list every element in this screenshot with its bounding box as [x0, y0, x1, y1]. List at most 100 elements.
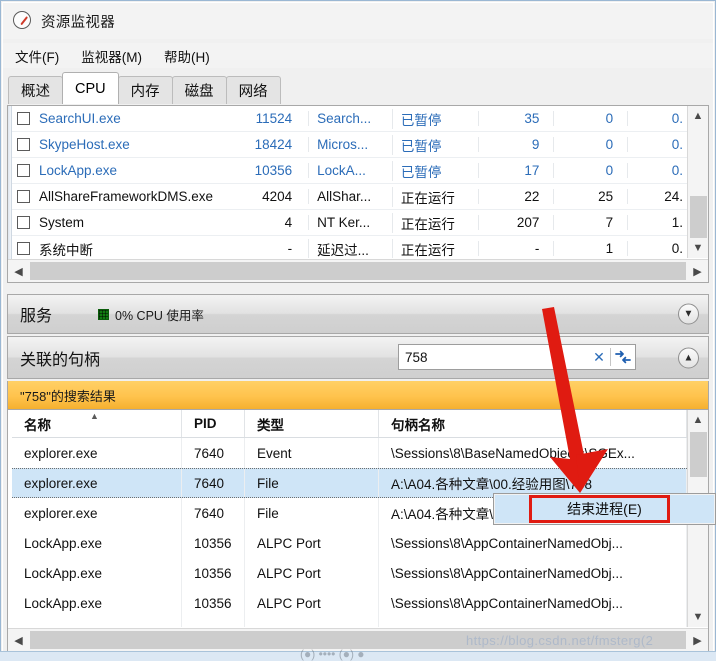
handle-pid: 7640	[182, 438, 245, 468]
handles-table-rows: explorer.exe 7640 Event \Sessions\8\Base…	[12, 438, 687, 627]
process-checkbox[interactable]	[17, 164, 30, 177]
chevron-down-icon[interactable]: ▼	[688, 238, 708, 258]
column-header-handle-name[interactable]: 句柄名称	[379, 410, 687, 437]
handle-pid: 7640	[182, 469, 245, 497]
refresh-icon[interactable]	[611, 345, 635, 369]
process-list-horizontal-scrollbar[interactable]: ◀ ▶	[8, 259, 708, 282]
chevron-left-icon[interactable]: ◀	[8, 629, 29, 651]
process-pid: 4204	[262, 189, 293, 204]
process-status: 已暂停	[391, 160, 478, 181]
process-name: AllShareFrameworkDMS.exe	[39, 189, 214, 204]
process-status: 正在运行	[391, 212, 478, 233]
chevron-right-icon[interactable]: ▶	[687, 260, 708, 282]
process-threads: 17	[477, 163, 554, 178]
process-cpu: 1	[553, 241, 627, 256]
process-pid: -	[287, 241, 293, 256]
tab-network[interactable]: 网络	[225, 76, 281, 104]
table-row[interactable]: LockApp.exe 10356 Directory \Sessions\8\…	[12, 618, 687, 627]
handle-type: ALPC Port	[245, 528, 379, 558]
handle-type: ALPC Port	[245, 558, 379, 588]
handle-pid: 10356	[182, 618, 245, 627]
resource-monitor-window: 资源监视器 文件(F) 监视器(M) 帮助(H) 概述 CPU 内存 磁盘 网络…	[0, 0, 716, 661]
menu-item-file[interactable]: 文件(F)	[15, 46, 59, 66]
chevron-down-icon[interactable]: ▼	[678, 303, 699, 325]
process-cpu: 0	[553, 163, 627, 178]
table-row[interactable]: LockApp.exe 10356 ALPC Port \Sessions\8\…	[12, 528, 687, 558]
menu-item-monitor[interactable]: 监视器(M)	[81, 46, 142, 66]
column-header-type[interactable]: 类型	[245, 410, 379, 437]
tab-overview[interactable]: 概述	[8, 76, 63, 104]
scrollbar-thumb[interactable]	[690, 432, 707, 477]
process-avg-cpu: 1.	[627, 215, 687, 230]
menu-bar: 文件(F) 监视器(M) 帮助(H)	[3, 43, 713, 68]
process-list-rows: SearchUI.exe 11524 Search... 已暂停 35 0 0.…	[12, 106, 687, 258]
process-status: 正在运行	[391, 186, 478, 207]
table-row[interactable]: AllShareFrameworkDMS.exe 4204 AllShar...…	[12, 184, 687, 210]
process-name: SkypeHost.exe	[39, 137, 130, 152]
handle-pid: 10356	[182, 588, 245, 618]
chevron-left-icon[interactable]: ◀	[8, 260, 29, 282]
process-avg-cpu: 0.	[627, 111, 687, 126]
process-threads: -	[477, 241, 554, 256]
process-description: 延迟过...	[308, 238, 392, 258]
process-list-vertical-scrollbar[interactable]: ▲ ▼	[687, 106, 708, 258]
handle-process-name: explorer.exe	[12, 438, 182, 468]
process-cpu: 7	[553, 215, 627, 230]
process-checkbox[interactable]	[17, 216, 30, 229]
chevron-up-icon[interactable]: ▲	[688, 410, 708, 430]
cpu-indicator-icon	[98, 308, 110, 320]
process-description: Micros...	[308, 137, 392, 152]
search-result-banner: "758"的搜索结果	[7, 381, 709, 409]
sort-ascending-icon: ▲	[90, 411, 99, 421]
handle-name: \Sessions\8\AppContainerNamedObj...	[379, 618, 687, 627]
process-checkbox[interactable]	[17, 242, 30, 255]
chevron-up-icon[interactable]: ▲	[678, 347, 699, 368]
menu-item-help[interactable]: 帮助(H)	[164, 46, 210, 66]
handle-process-name: LockApp.exe	[12, 588, 182, 618]
tab-cpu[interactable]: CPU	[62, 72, 119, 104]
process-avg-cpu: 0.	[627, 241, 687, 256]
process-pid: 4	[284, 215, 293, 230]
process-avg-cpu: 0.	[627, 163, 687, 178]
table-row[interactable]: LockApp.exe 10356 ALPC Port \Sessions\8\…	[12, 558, 687, 588]
process-checkbox[interactable]	[17, 138, 30, 151]
tab-bar: 概述 CPU 内存 磁盘 网络	[3, 72, 713, 104]
services-section-header[interactable]: 服务 0% CPU 使用率 ▼	[7, 294, 709, 334]
search-input[interactable]	[399, 345, 588, 369]
resource-monitor-icon	[13, 11, 33, 31]
handle-process-name: explorer.exe	[12, 469, 182, 497]
handle-search-box[interactable]: ✕	[398, 344, 636, 370]
process-status: 已暂停	[391, 134, 478, 155]
tab-memory[interactable]: 内存	[117, 76, 173, 104]
handle-pid: 10356	[182, 558, 245, 588]
column-header-name[interactable]: 名称 ▲	[12, 410, 182, 437]
context-menu-item-end-process[interactable]: 结束进程(E)	[495, 495, 714, 523]
table-row[interactable]: SkypeHost.exe 18424 Micros... 已暂停 9 0 0.	[12, 132, 687, 158]
table-row[interactable]: System 4 NT Ker... 正在运行 207 7 1.	[12, 210, 687, 236]
process-threads: 207	[477, 215, 554, 230]
handle-type: File	[245, 498, 379, 528]
chevron-down-icon[interactable]: ▼	[688, 607, 708, 627]
context-menu[interactable]: 结束进程(E)	[493, 493, 716, 525]
chevron-up-icon[interactable]: ▲	[688, 106, 708, 126]
process-checkbox[interactable]	[17, 190, 30, 203]
chevron-right-icon[interactable]: ▶	[687, 629, 708, 651]
column-header-pid[interactable]: PID	[182, 410, 245, 437]
table-row[interactable]: explorer.exe 7640 Event \Sessions\8\Base…	[12, 438, 687, 468]
window-title: 资源监视器	[41, 14, 115, 31]
process-cpu: 0	[553, 111, 627, 126]
tab-disk[interactable]: 磁盘	[171, 76, 227, 104]
process-pid: 18424	[254, 137, 293, 152]
table-row[interactable]: LockApp.exe 10356 LockA... 已暂停 17 0 0.	[12, 158, 687, 184]
handle-process-name: LockApp.exe	[12, 558, 182, 588]
background-window-ghost-text: (●) •••• (●) ●	[300, 647, 365, 661]
close-icon[interactable]: ✕	[588, 345, 610, 369]
table-row[interactable]: LockApp.exe 10356 ALPC Port \Sessions\8\…	[12, 588, 687, 618]
scrollbar-thumb[interactable]	[30, 262, 686, 280]
process-list-panel: SearchUI.exe 11524 Search... 已暂停 35 0 0.…	[7, 105, 709, 283]
table-row[interactable]: 系统中断 - 延迟过... 正在运行 - 1 0.	[12, 236, 687, 258]
handles-title: 关联的句柄	[20, 351, 101, 369]
process-checkbox[interactable]	[17, 112, 30, 125]
process-description: NT Ker...	[308, 215, 392, 230]
table-row[interactable]: SearchUI.exe 11524 Search... 已暂停 35 0 0.	[12, 106, 687, 132]
